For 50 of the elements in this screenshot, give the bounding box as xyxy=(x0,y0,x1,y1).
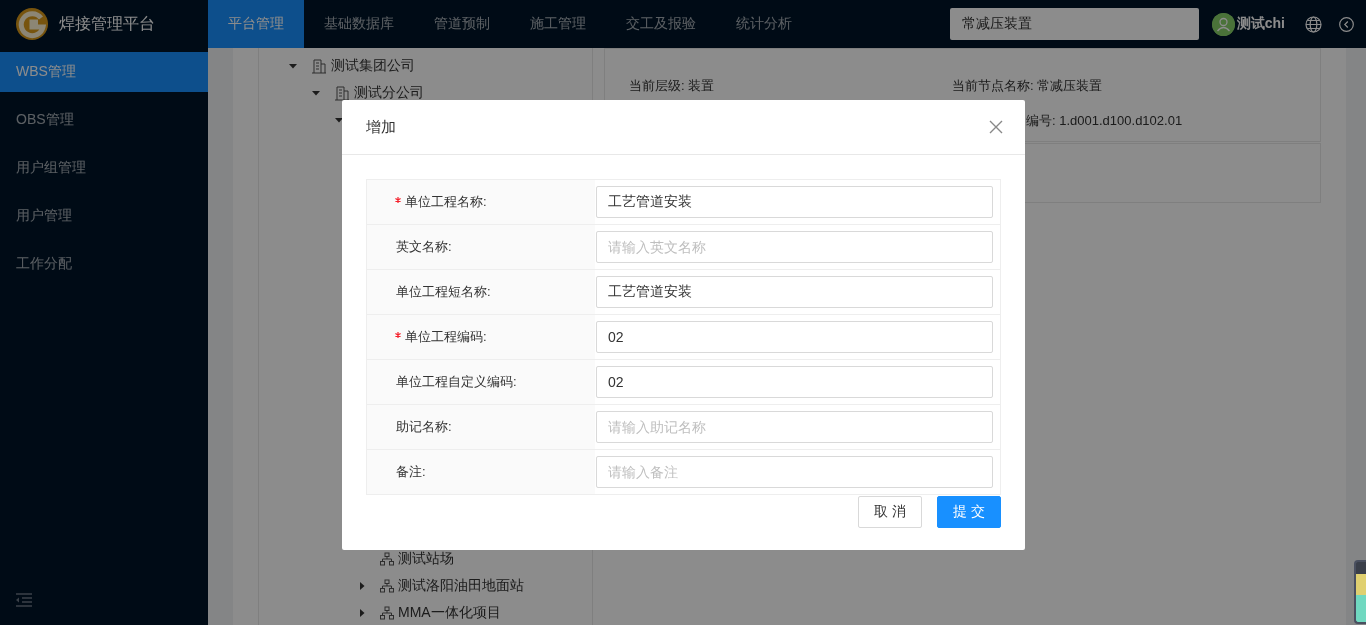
nav-tab[interactable]: 施工管理 xyxy=(510,0,606,48)
info-text: 当前节点名称: 常减压装置 xyxy=(952,77,1104,95)
caret-right-icon[interactable] xyxy=(358,608,366,617)
info-text: 编号: 1.d001.d100.d102.01 xyxy=(1026,112,1184,130)
tree-node-label[interactable]: 测试集团公司 xyxy=(331,56,415,75)
cancel-button[interactable]: 取 消 xyxy=(858,496,922,528)
nav-tab[interactable]: 交工及报验 xyxy=(606,0,716,48)
input-field[interactable]: 工艺管道安装 xyxy=(596,186,993,218)
input-field[interactable]: 请输入备注 xyxy=(596,456,993,488)
back-icon[interactable] xyxy=(1339,16,1354,32)
tree-node-label[interactable]: MMA一体化项目 xyxy=(398,603,501,622)
level-meter-drawing xyxy=(1354,560,1366,624)
dialog-title: 增加 xyxy=(366,117,396,137)
logo-icon xyxy=(15,7,49,41)
search-field[interactable]: 常减压装置 xyxy=(949,8,1199,40)
tree-node-label[interactable]: 测试分公司 xyxy=(354,83,424,102)
hierarchy-icon xyxy=(380,605,394,620)
building-icon xyxy=(311,57,327,74)
nav-tab[interactable]: 统计分析 xyxy=(716,0,812,48)
sidebar-item[interactable]: OBS管理 xyxy=(0,100,208,140)
nav-tab[interactable]: 基础数据库 xyxy=(304,0,414,48)
field-label: 助记名称: xyxy=(396,418,452,436)
field-label: 单位工程短名称: xyxy=(396,283,491,301)
sidebar-item[interactable]: 用户管理 xyxy=(0,196,208,236)
caret-right-icon[interactable] xyxy=(358,581,366,590)
app-title: 焊接管理平台 xyxy=(59,13,155,34)
sidebar-item[interactable]: 工作分配 xyxy=(0,244,208,284)
globe-icon[interactable] xyxy=(1305,15,1322,33)
submit-button[interactable]: 提 交 xyxy=(937,496,1001,528)
tree-node-label[interactable]: 测试站场 xyxy=(398,549,454,568)
field-label: 单位工程编码: xyxy=(405,328,487,346)
info-text: 当前层级: 装置 xyxy=(629,77,716,95)
hierarchy-icon xyxy=(380,578,394,593)
close-icon[interactable] xyxy=(989,120,1003,134)
input-field[interactable]: 02 xyxy=(596,321,993,353)
sidebar-item[interactable]: 用户组管理 xyxy=(0,148,208,188)
input-field[interactable]: 请输入英文名称 xyxy=(596,231,993,263)
field-label: 备注: xyxy=(396,463,426,481)
user-name[interactable]: 测试chi xyxy=(1236,15,1285,33)
nav-tab[interactable]: 管道预制 xyxy=(414,0,510,48)
avatar-icon xyxy=(1211,12,1235,36)
input-field[interactable]: 请输入助记名称 xyxy=(596,411,993,443)
field-label: 单位工程名称: xyxy=(405,193,487,211)
field-label: 英文名称: xyxy=(396,238,452,256)
building-icon xyxy=(334,84,350,101)
hierarchy-icon xyxy=(380,551,394,566)
input-field[interactable]: 02 xyxy=(596,366,993,398)
field-label: 单位工程自定义编码: xyxy=(396,373,517,391)
input-field[interactable]: 工艺管道安装 xyxy=(596,276,993,308)
tree-node-label[interactable]: 测试洛阳油田地面站 xyxy=(398,576,524,595)
